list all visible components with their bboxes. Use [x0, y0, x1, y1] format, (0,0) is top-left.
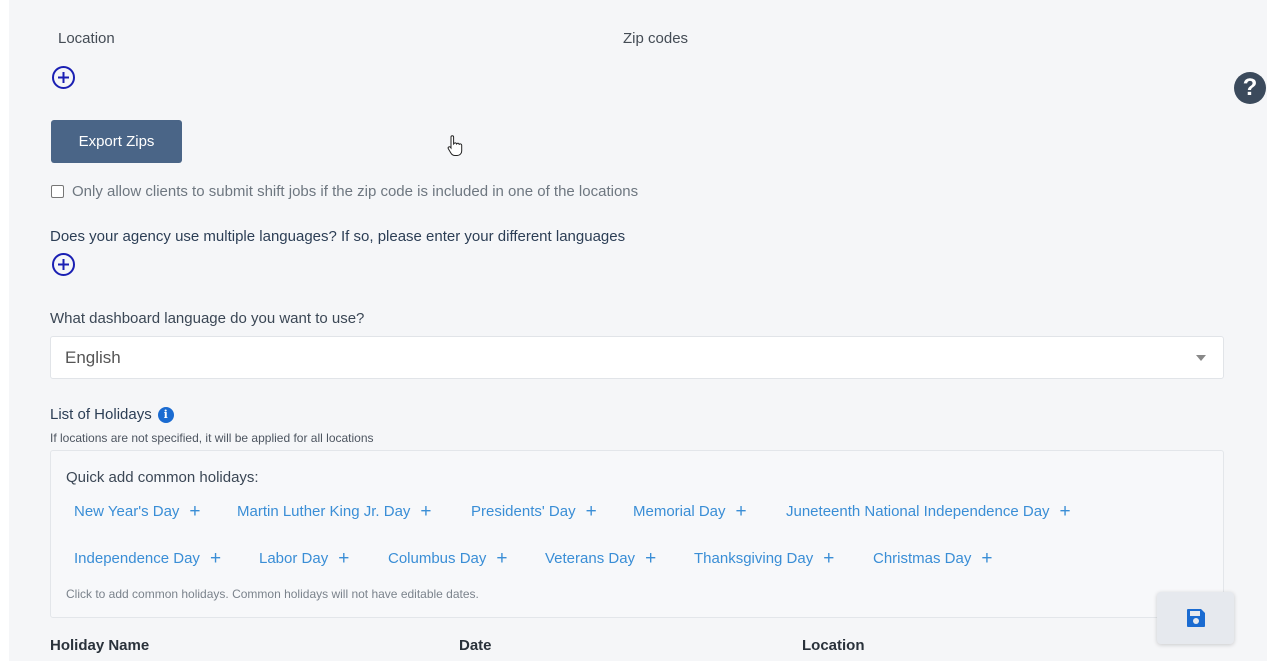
holiday-chip-presidents-day[interactable]: Presidents' Day +	[471, 502, 597, 521]
save-button[interactable]	[1157, 592, 1234, 644]
table-header-date: Date	[459, 637, 492, 654]
chevron-down-icon	[1196, 355, 1206, 361]
add-language-button[interactable]	[52, 253, 75, 276]
holidays-title: List of Holidays	[50, 406, 152, 423]
plus-icon: +	[338, 548, 350, 569]
plus-icon: +	[585, 501, 597, 522]
restrict-zip-option: Only allow clients to submit shift jobs …	[51, 183, 638, 200]
plus-icon: +	[645, 548, 657, 569]
quick-add-title: Quick add common holidays:	[66, 469, 259, 486]
plus-icon: +	[209, 548, 222, 569]
holiday-chip-columbus-day[interactable]: Columbus Day +	[388, 549, 507, 568]
holiday-chip-veterans-day[interactable]: Veterans Day +	[545, 549, 656, 568]
plus-circle-icon	[58, 72, 69, 83]
holiday-chip-thanksgiving-day[interactable]: Thanksgiving Day +	[694, 549, 834, 568]
plus-icon: +	[735, 501, 747, 522]
dashboard-language-question: What dashboard language do you want to u…	[50, 310, 365, 327]
plus-icon: +	[1059, 501, 1071, 522]
plus-circle-icon	[58, 259, 69, 270]
quick-add-hint: Click to add common holidays. Common hol…	[66, 587, 479, 601]
zip-codes-column-label: Zip codes	[623, 30, 689, 47]
restrict-zip-checkbox[interactable]	[51, 185, 64, 198]
table-header-holiday-name: Holiday Name	[50, 637, 150, 654]
plus-icon: +	[189, 501, 201, 522]
help-button[interactable]: ?	[1234, 72, 1266, 104]
holiday-chip-memorial-day[interactable]: Memorial Day +	[633, 502, 747, 521]
save-icon	[1186, 609, 1205, 627]
holiday-chip-new-years-day[interactable]: New Year's Day +	[74, 502, 201, 521]
hand-cursor-icon	[447, 135, 463, 156]
holidays-note: If locations are not specified, it will …	[50, 431, 374, 445]
dashboard-language-select[interactable]: English	[50, 336, 1224, 379]
add-location-button[interactable]	[52, 66, 75, 89]
holiday-chip-labor-day[interactable]: Labor Day +	[259, 549, 349, 568]
languages-question: Does your agency use multiple languages?…	[50, 228, 626, 245]
plus-icon: +	[496, 548, 508, 569]
settings-page: Location Zip codes ? Export Zips Only al…	[9, 0, 1267, 661]
export-zips-button[interactable]: Export Zips	[51, 120, 182, 163]
quick-add-panel: Quick add common holidays: New Year's Da…	[50, 450, 1224, 618]
plus-icon: +	[981, 548, 993, 569]
holidays-title-row: List of Holidays i	[50, 406, 174, 423]
holiday-chip-christmas-day[interactable]: Christmas Day +	[873, 549, 992, 568]
holiday-chip-juneteenth[interactable]: Juneteenth National Independence Day +	[786, 502, 1071, 521]
info-icon[interactable]: i	[157, 406, 174, 423]
holiday-chip-independence-day[interactable]: Independence Day +	[74, 549, 221, 568]
question-icon: ?	[1242, 74, 1258, 101]
holiday-chip-mlk-day[interactable]: Martin Luther King Jr. Day +	[237, 502, 432, 521]
plus-icon: +	[823, 548, 835, 569]
table-header-location: Location	[802, 637, 865, 654]
plus-icon: +	[420, 501, 432, 522]
location-column-label: Location	[58, 30, 115, 47]
dashboard-language-value: English	[65, 347, 121, 367]
restrict-zip-checkbox-label: Only allow clients to submit shift jobs …	[72, 183, 639, 200]
